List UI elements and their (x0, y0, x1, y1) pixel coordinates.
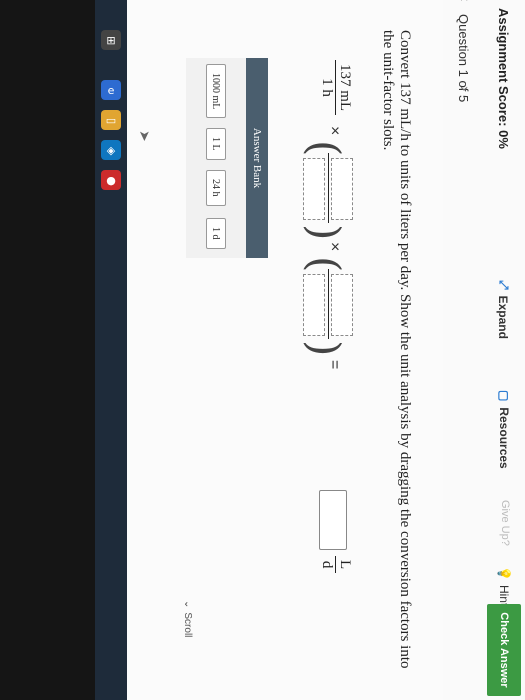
mouse-cursor-icon: ➤ (137, 130, 153, 142)
resources-button[interactable]: ▢ Resources (497, 390, 511, 469)
question-prompt: Convert 137 mL/h to units of liters per … (380, 30, 413, 669)
give-up-button[interactable]: Give Up? (499, 500, 511, 546)
folder-icon[interactable]: ▭ (101, 110, 121, 130)
factor-2-divider (328, 269, 329, 339)
start-icon[interactable]: ⊞ (101, 30, 121, 50)
given-denominator: 1 h (319, 78, 335, 97)
answer-chip-1-l[interactable]: 1 L (206, 128, 226, 160)
previous-question-icon[interactable]: ‹ (455, 0, 473, 1)
store-icon[interactable]: ◈ (101, 140, 121, 160)
close-paren-1: ) (300, 224, 349, 241)
answer-chip-1-d[interactable]: 1 d (206, 218, 226, 249)
answer-bank: 1000 mL 1 L 24 h 1 d (186, 58, 246, 258)
hint-button[interactable]: 💡 Hint (497, 566, 511, 606)
times-sign-2: × (326, 242, 343, 252)
browser-screen: Assignment Score: 0% ⤢ Expand ▢ Resource… (127, 0, 525, 700)
next-question-icon[interactable]: › (455, 86, 473, 91)
answer-input[interactable] (319, 490, 347, 550)
scroll-label: Scroll (182, 612, 193, 638)
factor-1-numerator-slot[interactable] (331, 158, 353, 220)
answer-chip-1000-ml[interactable]: 1000 mL (206, 64, 226, 119)
given-numerator: 137 mL (335, 60, 353, 116)
unit-analysis-expression: 137 mL 1 h × ( ) × ( ) = L d (283, 60, 363, 660)
factor-1-denominator-slot[interactable] (303, 158, 325, 220)
chrome-icon[interactable]: ● (101, 170, 121, 190)
assignment-score: Assignment Score: 0% (496, 8, 511, 149)
close-paren-2: ) (300, 340, 349, 357)
chevron-down-icon: ⌄ (182, 600, 193, 609)
result-unit-numerator: L (335, 556, 353, 574)
resources-label: Resources (497, 407, 511, 469)
hint-icon: 💡 (497, 566, 511, 581)
edge-icon[interactable]: e (101, 80, 121, 100)
assignment-header: Assignment Score: 0% ⤢ Expand ▢ Resource… (482, 0, 525, 700)
expand-label: Expand (496, 295, 511, 339)
expand-icon: ⤢ (497, 280, 511, 290)
page-content: Assignment Score: 0% ⤢ Expand ▢ Resource… (127, 0, 525, 700)
given-fraction: 137 mL 1 h (318, 60, 353, 116)
check-answer-button[interactable]: Check Answer (487, 604, 521, 696)
expand-button[interactable]: ⤢ Expand (496, 280, 512, 339)
result-unit: L d (318, 556, 353, 574)
question-navigation: ‹ Question 1 of 5 › (442, 0, 483, 700)
factor-2-numerator-slot[interactable] (331, 274, 353, 336)
factor-2-denominator-slot[interactable] (303, 274, 325, 336)
open-paren-1: ( (300, 140, 349, 157)
taskbar: ⊞ e ▭ ◈ ● (95, 0, 127, 700)
answer-chip-24-h[interactable]: 24 h (206, 170, 226, 206)
scroll-button[interactable]: ⌄ Scroll (182, 600, 193, 637)
times-sign-1: × (326, 126, 343, 136)
resources-icon: ▢ (497, 390, 511, 402)
equals-sign: = (326, 360, 343, 370)
answer-bank-title: Answer Bank (246, 58, 268, 258)
result-unit-denominator: d (319, 560, 335, 569)
factor-1-divider (328, 153, 329, 223)
open-paren-2: ( (300, 256, 349, 273)
question-content: Convert 137 mL/h to units of liters per … (127, 0, 443, 700)
